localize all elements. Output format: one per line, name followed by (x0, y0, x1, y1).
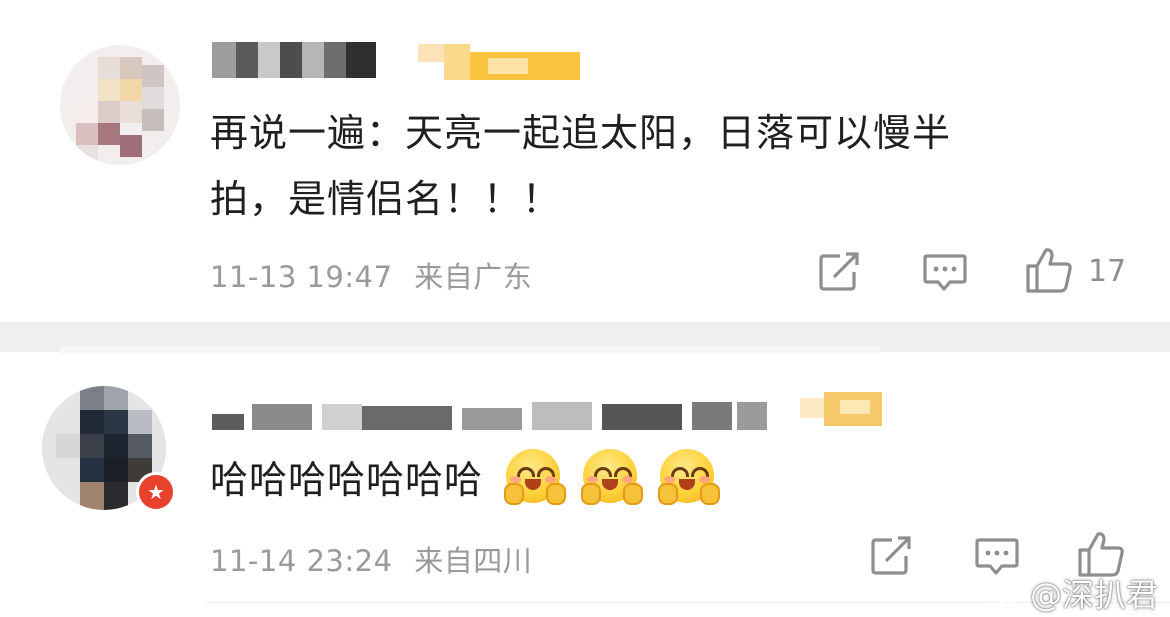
verified-badge: ★ (136, 472, 176, 512)
username[interactable] (212, 396, 792, 432)
comment-meta: 11-14 23:24 来自四川 (210, 538, 532, 580)
like-count: 17 (1088, 254, 1127, 289)
vip-badge (418, 44, 580, 80)
vip-badge (800, 392, 882, 428)
location: 来自四川 (414, 544, 533, 578)
forward-button[interactable] (818, 252, 862, 296)
watermark: @深扒君 (986, 570, 1158, 616)
comment-text-content: 哈哈哈哈哈哈哈 (210, 458, 484, 502)
comment-meta: 11-13 19:47 来自广东 (210, 254, 532, 296)
forward-icon (819, 252, 859, 291)
location: 来自广东 (414, 260, 533, 294)
comment-text-line: 拍，是情侣名！！！ (210, 177, 562, 221)
comment-item: 再说一遍：天亮一起追太阳，日落可以慢半 拍，是情侣名！！！ 11-13 19:4… (0, 0, 1170, 322)
reply-button[interactable] (922, 252, 968, 298)
comment-icon (923, 254, 967, 291)
comment-text: 再说一遍：天亮一起追太阳，日落可以慢半 拍，是情侣名！！！ (210, 100, 1110, 232)
timestamp: 11-14 23:24 (210, 544, 393, 578)
timestamp: 11-13 19:47 (210, 260, 393, 294)
forward-icon (871, 536, 911, 575)
hug-emoji-icon (504, 449, 567, 505)
comment-text: 哈哈哈哈哈哈哈 (210, 447, 721, 513)
forward-button[interactable] (870, 536, 914, 580)
weibo-logo-icon (987, 580, 1023, 609)
avatar[interactable] (60, 45, 180, 165)
hug-emoji-icon (581, 449, 644, 505)
like-button[interactable] (1024, 246, 1074, 298)
comment-text-line: 再说一遍：天亮一起追太阳，日落可以慢半 (210, 111, 952, 155)
hug-emoji-icon (658, 449, 721, 505)
like-icon (1026, 248, 1072, 293)
watermark-text: @深扒君 (1029, 576, 1158, 614)
